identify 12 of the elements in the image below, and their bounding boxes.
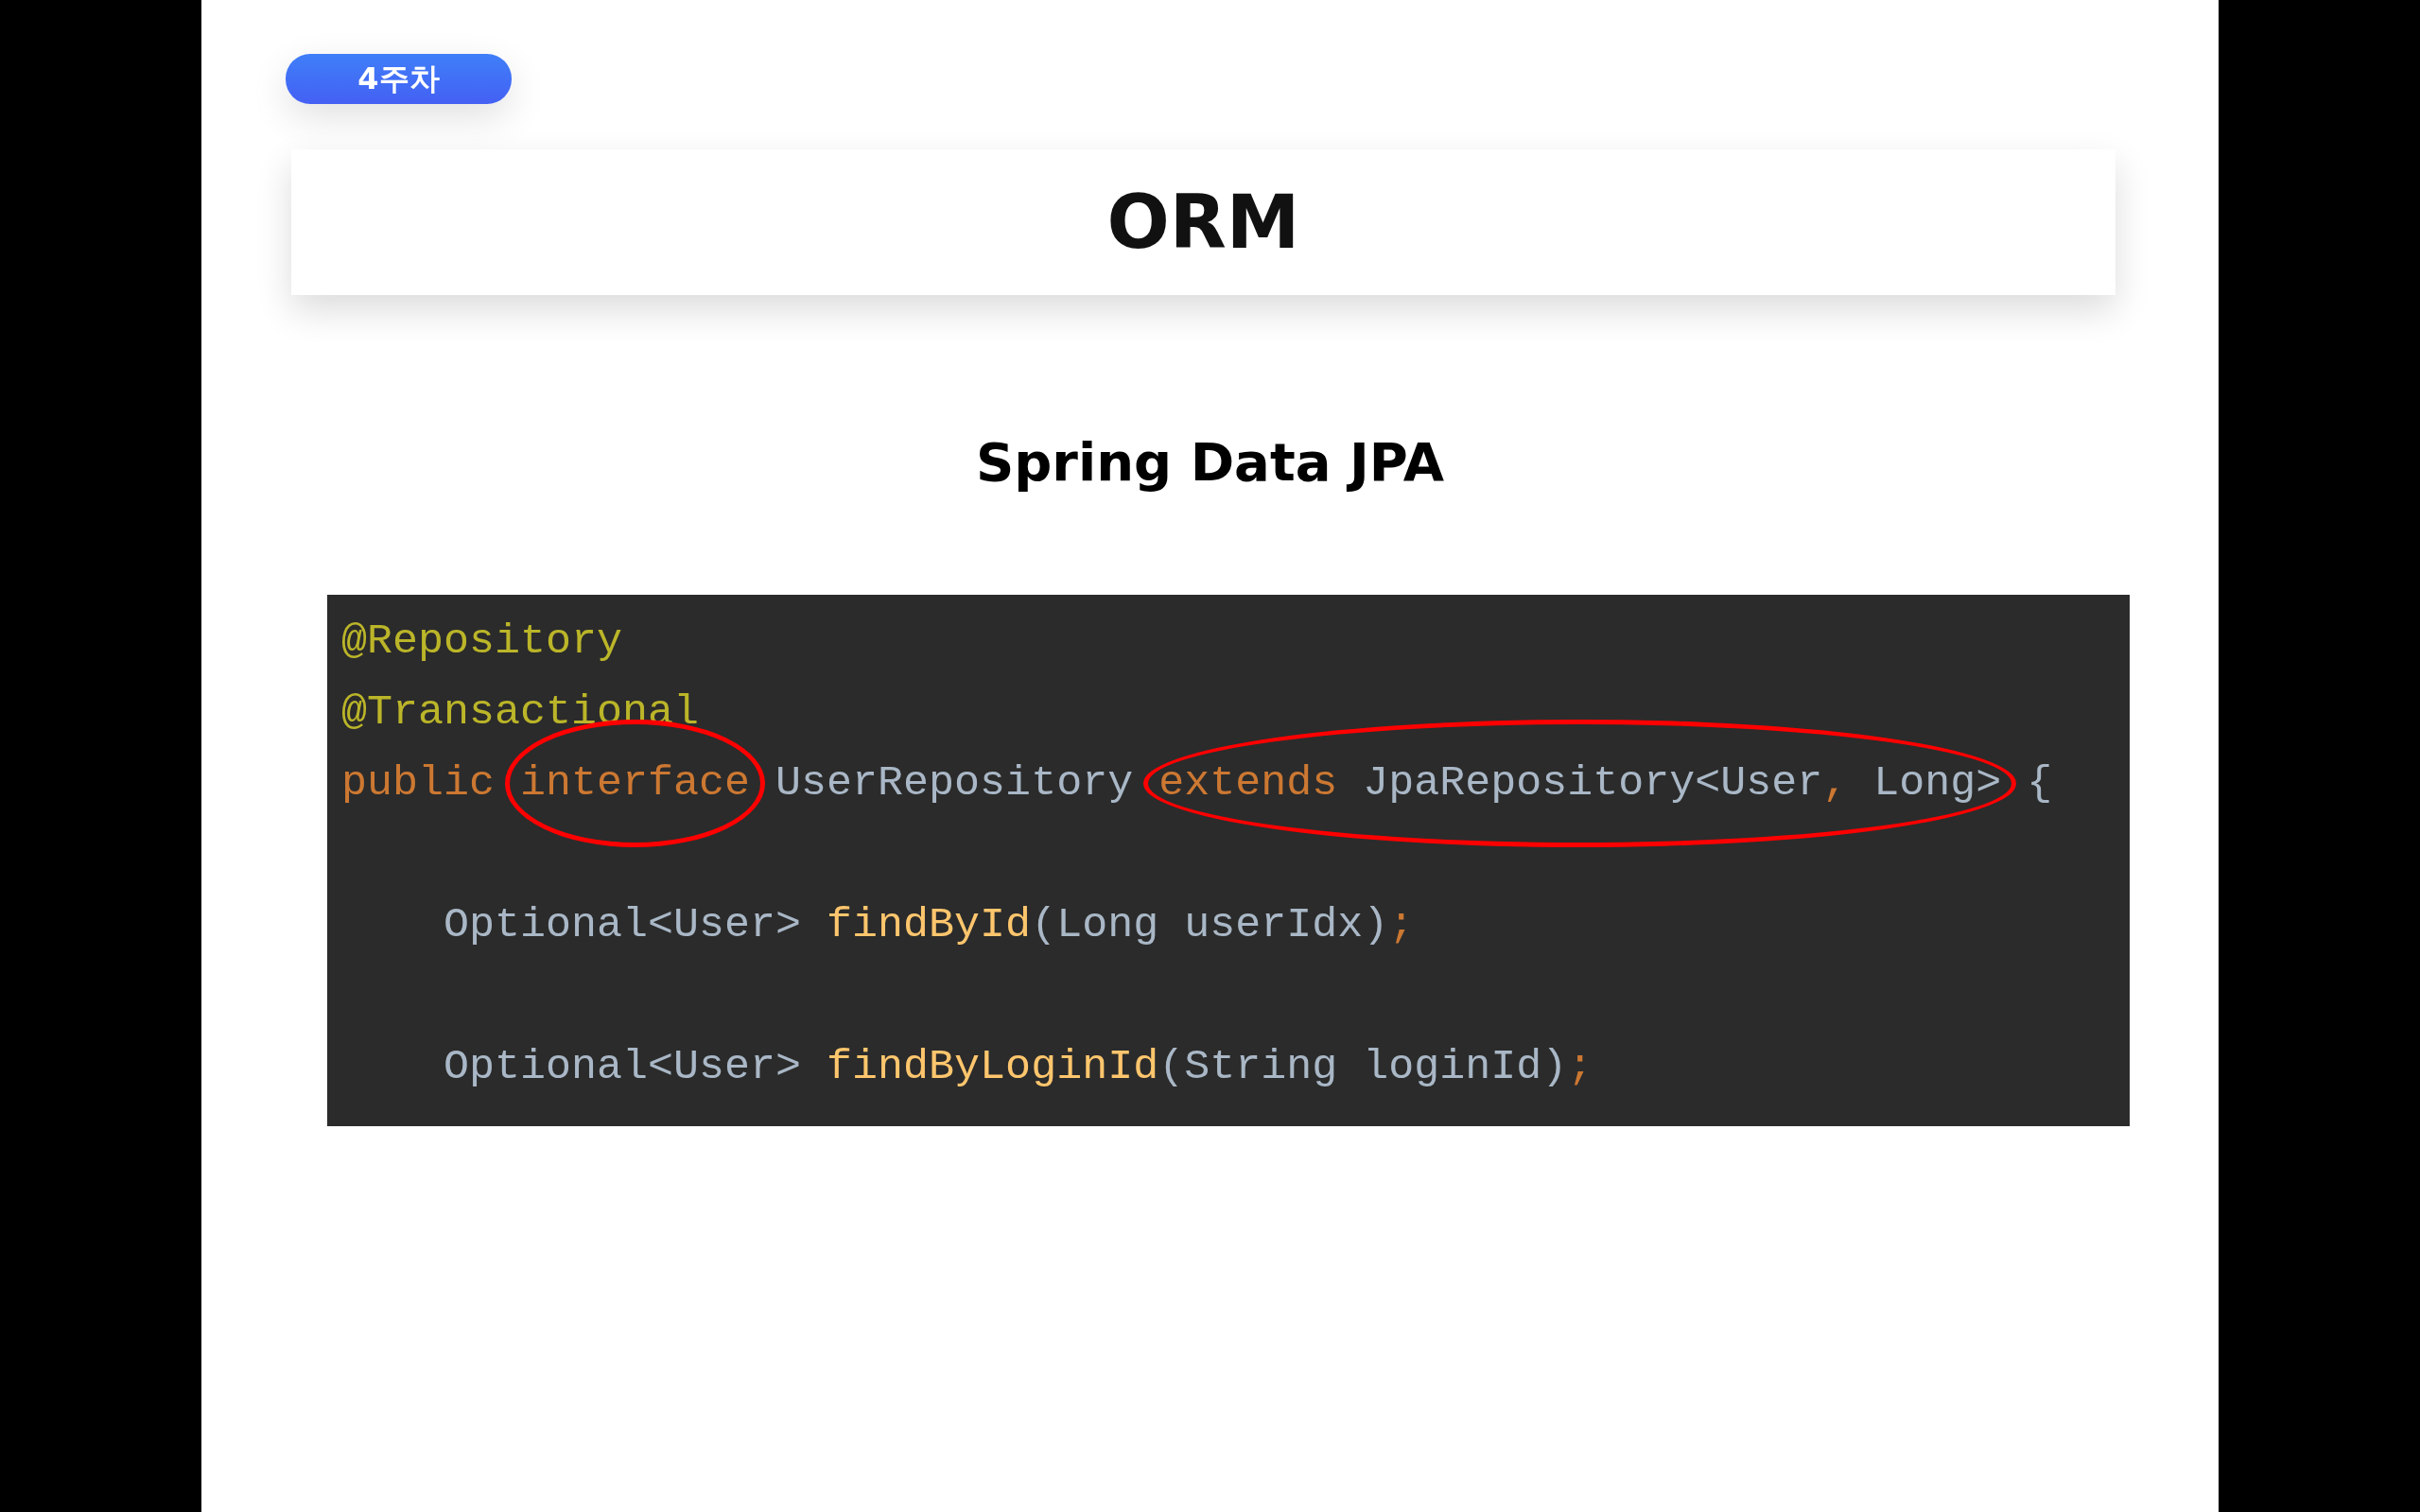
code-text: @Repository [341, 617, 623, 668]
code-text: interface [520, 759, 751, 808]
code-text: UserRepository [775, 758, 1135, 809]
code-text: Optional<User> findById(Long userIdx); [443, 900, 1415, 951]
slide-title: ORM [1106, 180, 1300, 265]
code-text: extends JpaRepository<User, Long> [1158, 759, 2002, 808]
code-text: { [2026, 758, 2053, 809]
slide-subtitle: Spring Data JPA [975, 431, 1445, 493]
week-badge: 4주차 [286, 54, 512, 104]
code-text: public [341, 758, 496, 809]
code-text: @Transactional [341, 687, 700, 739]
code-text: Optional<User> findByLoginId(String loginId); [443, 1042, 1593, 1093]
